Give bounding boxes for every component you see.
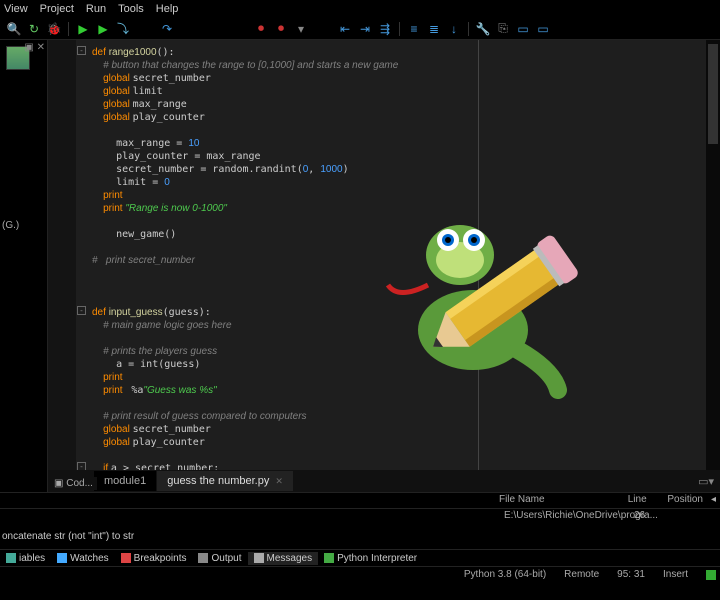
error-message: oncatenate str (not "int") to str (2, 531, 134, 542)
tab-messages[interactable]: Messages (248, 552, 319, 565)
reload-icon[interactable]: ↻ (26, 21, 42, 37)
step-over-icon[interactable]: ↷ (159, 21, 175, 37)
copy-icon[interactable]: ⎘ (495, 21, 511, 37)
tab-watches[interactable]: Watches (51, 552, 115, 565)
menu-help[interactable]: Help (156, 3, 179, 15)
menu-tools[interactable]: Tools (118, 3, 144, 15)
status-indicator-icon (706, 570, 716, 580)
stop2-icon[interactable]: ⏺ (273, 21, 289, 37)
list-icon[interactable]: ≡ (406, 21, 422, 37)
sidebar-close-icon[interactable]: ▣ ✕ (24, 42, 45, 53)
tab-variables[interactable]: iables (0, 552, 51, 565)
editor-area: - - - - - - def range1000(): # button th… (48, 40, 720, 492)
messages-panel: File Name Line Position ◂ E:\Users\Richi… (0, 492, 720, 549)
window1-icon[interactable]: ▭ (515, 21, 531, 37)
run-icon[interactable]: ▶ (95, 21, 111, 37)
menu-view[interactable]: View (4, 3, 28, 15)
sidebar: ▣ ✕ (G.) (0, 40, 48, 492)
code-explorer-tab[interactable]: ▣ Cod... (50, 477, 97, 490)
window2-icon[interactable]: ▭ (535, 21, 551, 37)
tab-guess-number[interactable]: guess the number.py✕ (157, 471, 293, 491)
editor-tabs: ▣ Cod... module1 guess the number.py✕ ▭▾ (48, 470, 720, 492)
bottom-tabs: iables Watches Breakpoints Output Messag… (0, 549, 720, 566)
tools-icon[interactable]: 🔧 (475, 21, 491, 37)
messages-header: File Name Line Position ◂ (0, 493, 720, 509)
col-position[interactable]: Position (663, 493, 707, 508)
tab-breakpoints[interactable]: Breakpoints (115, 552, 193, 565)
run-script-icon[interactable]: ▶ (75, 21, 91, 37)
search-icon[interactable]: 🔍 (6, 21, 22, 37)
status-remote[interactable]: Remote (564, 569, 599, 580)
sidebar-label: (G.) (2, 220, 19, 231)
menu-project[interactable]: Project (40, 3, 74, 15)
ruler-line (478, 40, 479, 470)
fold-column: - - - - - - (76, 40, 88, 470)
status-mode[interactable]: Insert (663, 569, 688, 580)
fold-toggle[interactable]: - (77, 462, 86, 470)
tab-module1[interactable]: module1 (94, 471, 156, 491)
tab-python-interpreter[interactable]: Python Interpreter (318, 552, 423, 565)
sort-icon[interactable]: ↓ (446, 21, 462, 37)
numlist-icon[interactable]: ≣ (426, 21, 442, 37)
status-cursor: 95: 31 (617, 569, 645, 580)
status-bar: Python 3.8 (64-bit) Remote 95: 31 Insert (0, 566, 720, 582)
col-filename[interactable]: File Name (495, 493, 624, 508)
tab-output[interactable]: Output (192, 552, 247, 565)
dropdown-icon[interactable]: ▾ (293, 21, 309, 37)
col-line[interactable]: Line (624, 493, 664, 508)
status-interpreter[interactable]: Python 3.8 (64-bit) (464, 569, 546, 580)
col-scroll-left[interactable]: ◂ (707, 493, 720, 508)
indent-icon[interactable]: ⇥ (357, 21, 373, 37)
indent2-icon[interactable]: ⇶ (377, 21, 393, 37)
fold-toggle[interactable]: - (77, 46, 86, 55)
menubar: View Project Run Tools Help (0, 0, 720, 18)
fold-toggle[interactable]: - (77, 306, 86, 315)
debug-icon[interactable]: 🐞 (46, 21, 62, 37)
toolbar: 🔍 ↻ 🐞 ▶ ▶ ⤵ ↷ ⏺ ⏺ ▾ ⇤ ⇥ ⇶ ≡ ≣ ↓ 🔧 ⎘ ▭ ▭ (0, 18, 720, 40)
messages-row[interactable]: E:\Users\Richie\OneDrive\progra... 26 (0, 509, 720, 525)
stop-icon[interactable]: ⏺ (253, 21, 269, 37)
menu-run[interactable]: Run (86, 3, 106, 15)
tab-overflow-icon[interactable]: ▭▾ (698, 475, 714, 488)
outdent-icon[interactable]: ⇤ (337, 21, 353, 37)
tab-close-icon[interactable]: ✕ (275, 476, 283, 487)
cell-line: 26 (630, 509, 670, 525)
vertical-scrollbar[interactable] (706, 40, 720, 470)
cell-filename: E:\Users\Richie\OneDrive\progra... (500, 509, 630, 525)
code-text[interactable]: def range1000(): # button that changes t… (92, 46, 398, 470)
code-editor[interactable]: - - - - - - def range1000(): # button th… (48, 40, 720, 470)
step-icon[interactable]: ⤵ (115, 21, 131, 37)
gutter (48, 40, 76, 470)
